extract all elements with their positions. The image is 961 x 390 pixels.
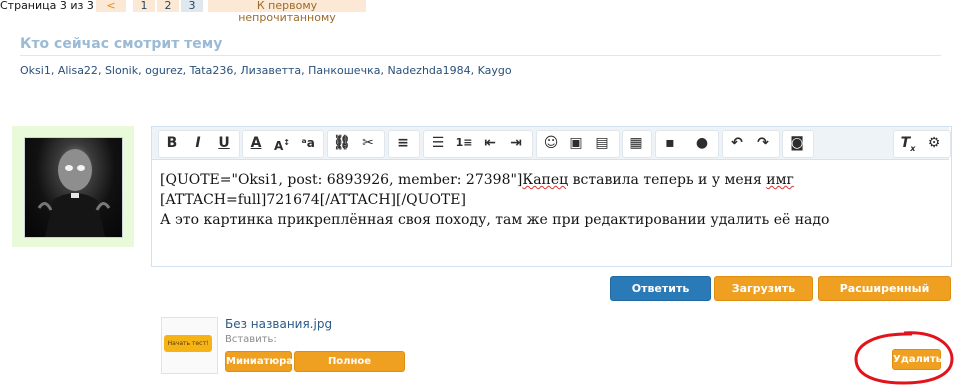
reply-button[interactable]: Ответить [610,276,711,301]
viewer-link[interactable]: Oksi1 [20,64,51,77]
editor-line: [QUOTE="Oksi1, post: 6893926, member: 27… [160,172,794,188]
camera-icon[interactable]: ◙ [784,130,810,156]
advanced-mode-button[interactable]: Расширенный режим... [818,276,951,318]
smilies-icon[interactable]: ☺ [538,130,564,156]
viewer-link[interactable]: Панкошечка [308,64,380,77]
insert-full-image-button[interactable]: Полное изображение [294,351,405,386]
avatar-figure-icon [37,149,111,237]
insert-label: Вставить: [225,334,277,345]
viewer-link[interactable]: Nadezhda1984 [387,64,470,77]
prev-page-button[interactable]: < [96,0,126,12]
redo-icon[interactable]: ↷ [750,130,776,156]
page-3-current: 3 [181,0,203,12]
insert-thumbnail-button[interactable]: Миниатюра [225,351,293,372]
user-icon[interactable]: ● [689,130,715,156]
editor-line: [ATTACH=full]721674[/ATTACH][/QUOTE] [160,192,466,208]
quote-icon[interactable]: ▦ [623,130,649,156]
bullet-list-icon[interactable]: ☰ [425,130,451,156]
editor-line: А это картинка прикреплённая своя походу… [160,212,830,228]
outdent-icon[interactable]: ⇤ [477,130,503,156]
media-icon[interactable]: ▤ [589,130,615,156]
save-draft-icon[interactable]: ▪ [657,130,683,156]
viewer-link[interactable]: Лизаветта [240,64,301,77]
image-icon[interactable]: ▣ [563,130,589,156]
viewer-link[interactable]: Tata236 [190,64,234,77]
viewer-link[interactable]: Kaygo [478,64,512,77]
italic-icon[interactable]: I [185,130,211,156]
page-counter: Страница 3 из 3 [0,0,94,12]
align-icon[interactable]: ≡ [390,130,416,156]
upload-file-button[interactable]: Загрузить файл [714,276,813,318]
undo-icon[interactable]: ↶ [724,130,750,156]
annotation-circle [854,331,954,385]
link-icon[interactable]: ⛓ [329,130,355,156]
avatar[interactable] [24,137,123,238]
divider [20,55,941,56]
attachment-filename[interactable]: Без названия.jpg [225,317,332,331]
unlink-icon[interactable]: ✂ [355,130,381,156]
numbered-list-icon[interactable]: 1≡ [451,130,477,156]
first-unread-link[interactable]: К первому непрочитанному [208,0,366,24]
viewers-list: Oksi1, Alisa22, Slonik, ogurez, Tata236,… [20,64,512,77]
font-size-icon[interactable]: A↕ [269,130,295,156]
indent-icon[interactable]: ⇥ [503,130,529,156]
viewer-link[interactable]: Alisa22 [58,64,98,77]
viewers-heading: Кто сейчас смотрит тему [20,36,223,52]
bold-icon[interactable]: B [159,130,185,156]
page-1-link[interactable]: 1 [133,0,155,12]
text-color-icon[interactable]: A [243,130,269,156]
page-2-link[interactable]: 2 [157,0,179,12]
bbcode-toggle-icon[interactable]: ⚙ [921,130,947,156]
remove-format-icon[interactable]: Tx [895,130,921,156]
viewer-link[interactable]: ogurez [145,64,183,77]
font-family-icon[interactable]: ᵃa [295,130,321,156]
thumbnail-preview: Начать тест! [164,335,212,352]
underline-icon[interactable]: U [211,130,237,156]
editor-content[interactable]: [QUOTE="Oksi1, post: 6893926, member: 27… [160,170,829,230]
viewer-link[interactable]: Slonik [105,64,138,77]
